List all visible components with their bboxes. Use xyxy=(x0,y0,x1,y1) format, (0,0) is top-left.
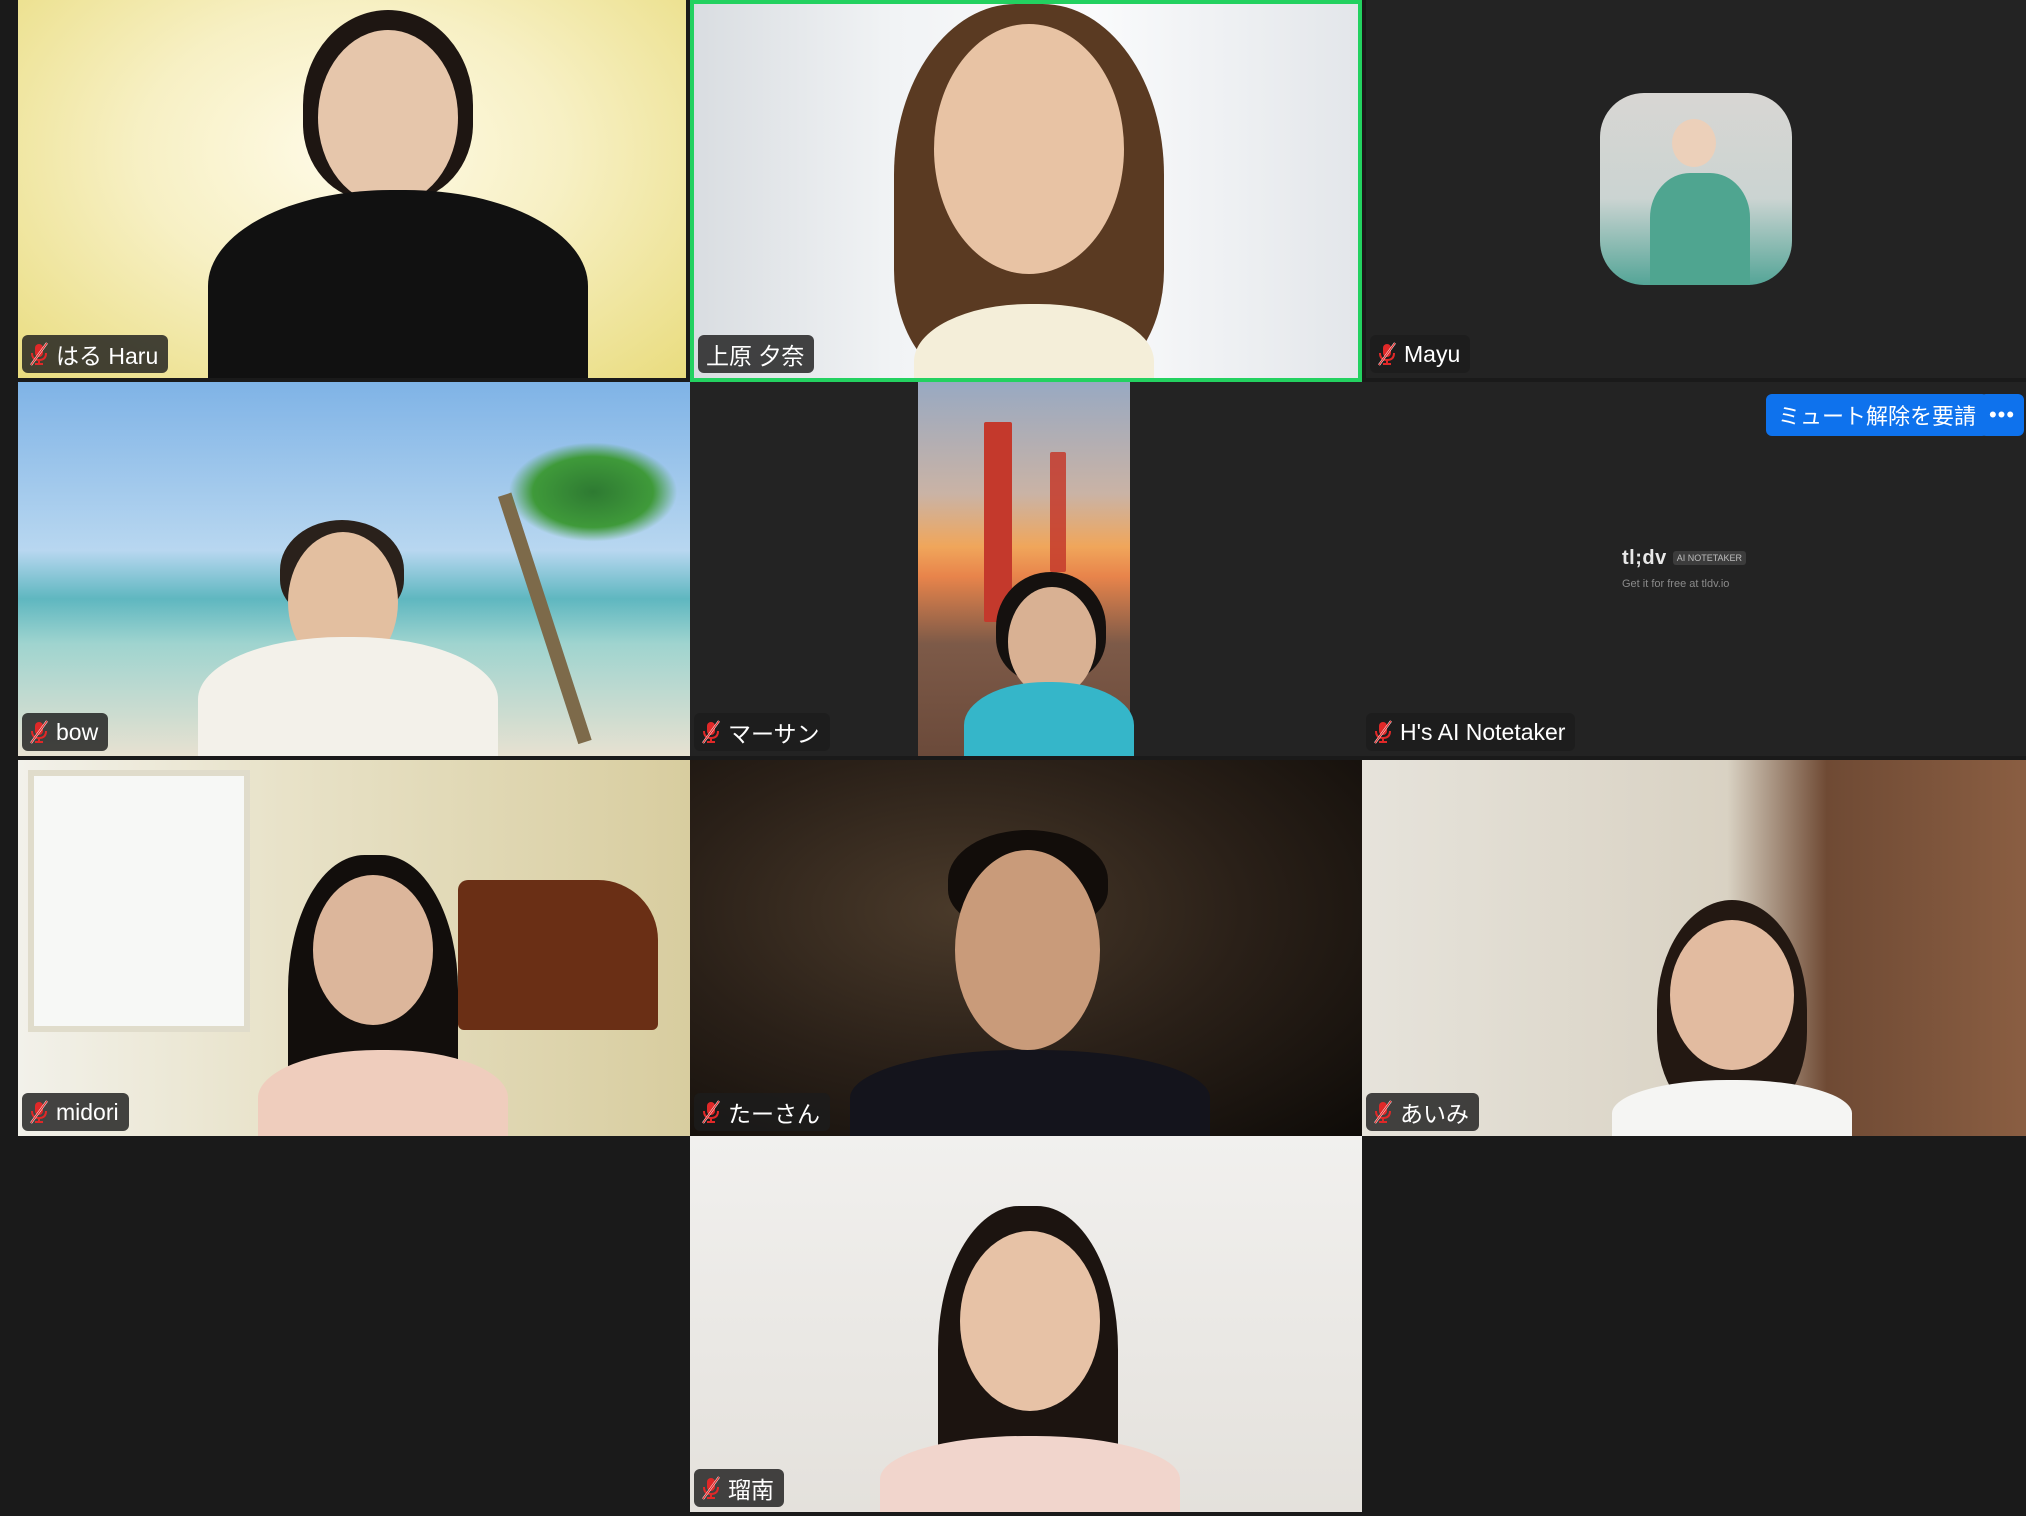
participant-video xyxy=(1362,760,2026,1136)
participant-name: bow xyxy=(56,718,99,745)
participant-name: あいみ xyxy=(1400,1101,1469,1127)
notetaker-tag: AI NOTETAKER xyxy=(1672,551,1747,565)
participant-name-tag: 上原 夕奈 xyxy=(698,335,815,373)
participant-video xyxy=(690,760,1362,1136)
participant-name-tag: はる Haru xyxy=(22,335,169,373)
participant-name: H's AI Notetaker xyxy=(1400,718,1566,745)
ellipsis-icon: ••• xyxy=(1988,402,2016,427)
more-options-button[interactable]: ••• xyxy=(1980,394,2024,436)
video-tile-bow[interactable]: bow xyxy=(18,382,690,756)
notetaker-brand: tl;dv xyxy=(1622,547,1667,569)
participant-video xyxy=(694,4,1358,378)
video-tile-runa[interactable]: 瑠南 xyxy=(690,1136,1362,1512)
participant-name-tag: マーサン xyxy=(694,713,830,751)
video-tile-mayu[interactable]: Mayu xyxy=(1366,0,2026,378)
participant-video xyxy=(18,760,690,1136)
video-tile-notetaker[interactable]: tl;dv AI NOTETAKER Get it for free at tld… xyxy=(1362,382,2026,756)
participant-name: たーさん xyxy=(728,1101,820,1127)
participant-name-tag: H's AI Notetaker xyxy=(1366,713,1576,751)
mic-muted-icon xyxy=(702,1100,720,1124)
participant-name-tag: たーさん xyxy=(694,1093,830,1131)
participant-name-tag: bow xyxy=(22,713,109,751)
mic-muted-icon xyxy=(1374,1100,1392,1124)
video-tile-midori[interactable]: midori xyxy=(18,760,690,1136)
request-unmute-button[interactable]: ミュート解除を要請 xyxy=(1765,394,1988,436)
mic-muted-icon xyxy=(1374,720,1392,744)
mic-muted-icon xyxy=(702,1476,720,1500)
participant-name: はる Haru xyxy=(56,343,159,369)
participant-name: Mayu xyxy=(1404,340,1461,367)
mic-muted-icon xyxy=(30,1100,48,1124)
participant-name-tag: Mayu xyxy=(1370,335,1471,373)
participant-name: マーサン xyxy=(728,721,820,747)
bridge-tower xyxy=(1050,452,1066,572)
avatar xyxy=(1600,93,1792,285)
video-tile-haru[interactable]: はる Haru xyxy=(18,0,686,378)
participant-name: midori xyxy=(56,1098,119,1125)
participant-video xyxy=(18,0,686,378)
notetaker-subtitle: Get it for free at tldv.io xyxy=(1622,578,1730,590)
participant-name-tag: あいみ xyxy=(1366,1093,1479,1131)
participant-name: 上原 夕奈 xyxy=(706,343,805,369)
mic-muted-icon xyxy=(1378,342,1396,366)
participant-video xyxy=(690,1136,1362,1512)
mic-muted-icon xyxy=(702,720,720,744)
portrait-video xyxy=(918,382,1134,756)
video-tile-aimi[interactable]: あいみ xyxy=(1362,760,2026,1136)
participant-name-tag: 瑠南 xyxy=(694,1469,784,1507)
participant-name-tag: midori xyxy=(22,1093,129,1131)
mic-muted-icon xyxy=(30,720,48,744)
participant-video xyxy=(18,382,690,756)
mic-muted-icon xyxy=(30,342,48,366)
video-tile-masan[interactable]: マーサン xyxy=(690,382,1362,756)
video-tile-tasan[interactable]: たーさん xyxy=(690,760,1362,1136)
video-tile-active-speaker[interactable]: 上原 夕奈 xyxy=(690,0,1362,382)
notetaker-logo: tl;dv AI NOTETAKER Get it for free at tld… xyxy=(1622,547,1782,590)
participant-name: 瑠南 xyxy=(728,1477,774,1503)
